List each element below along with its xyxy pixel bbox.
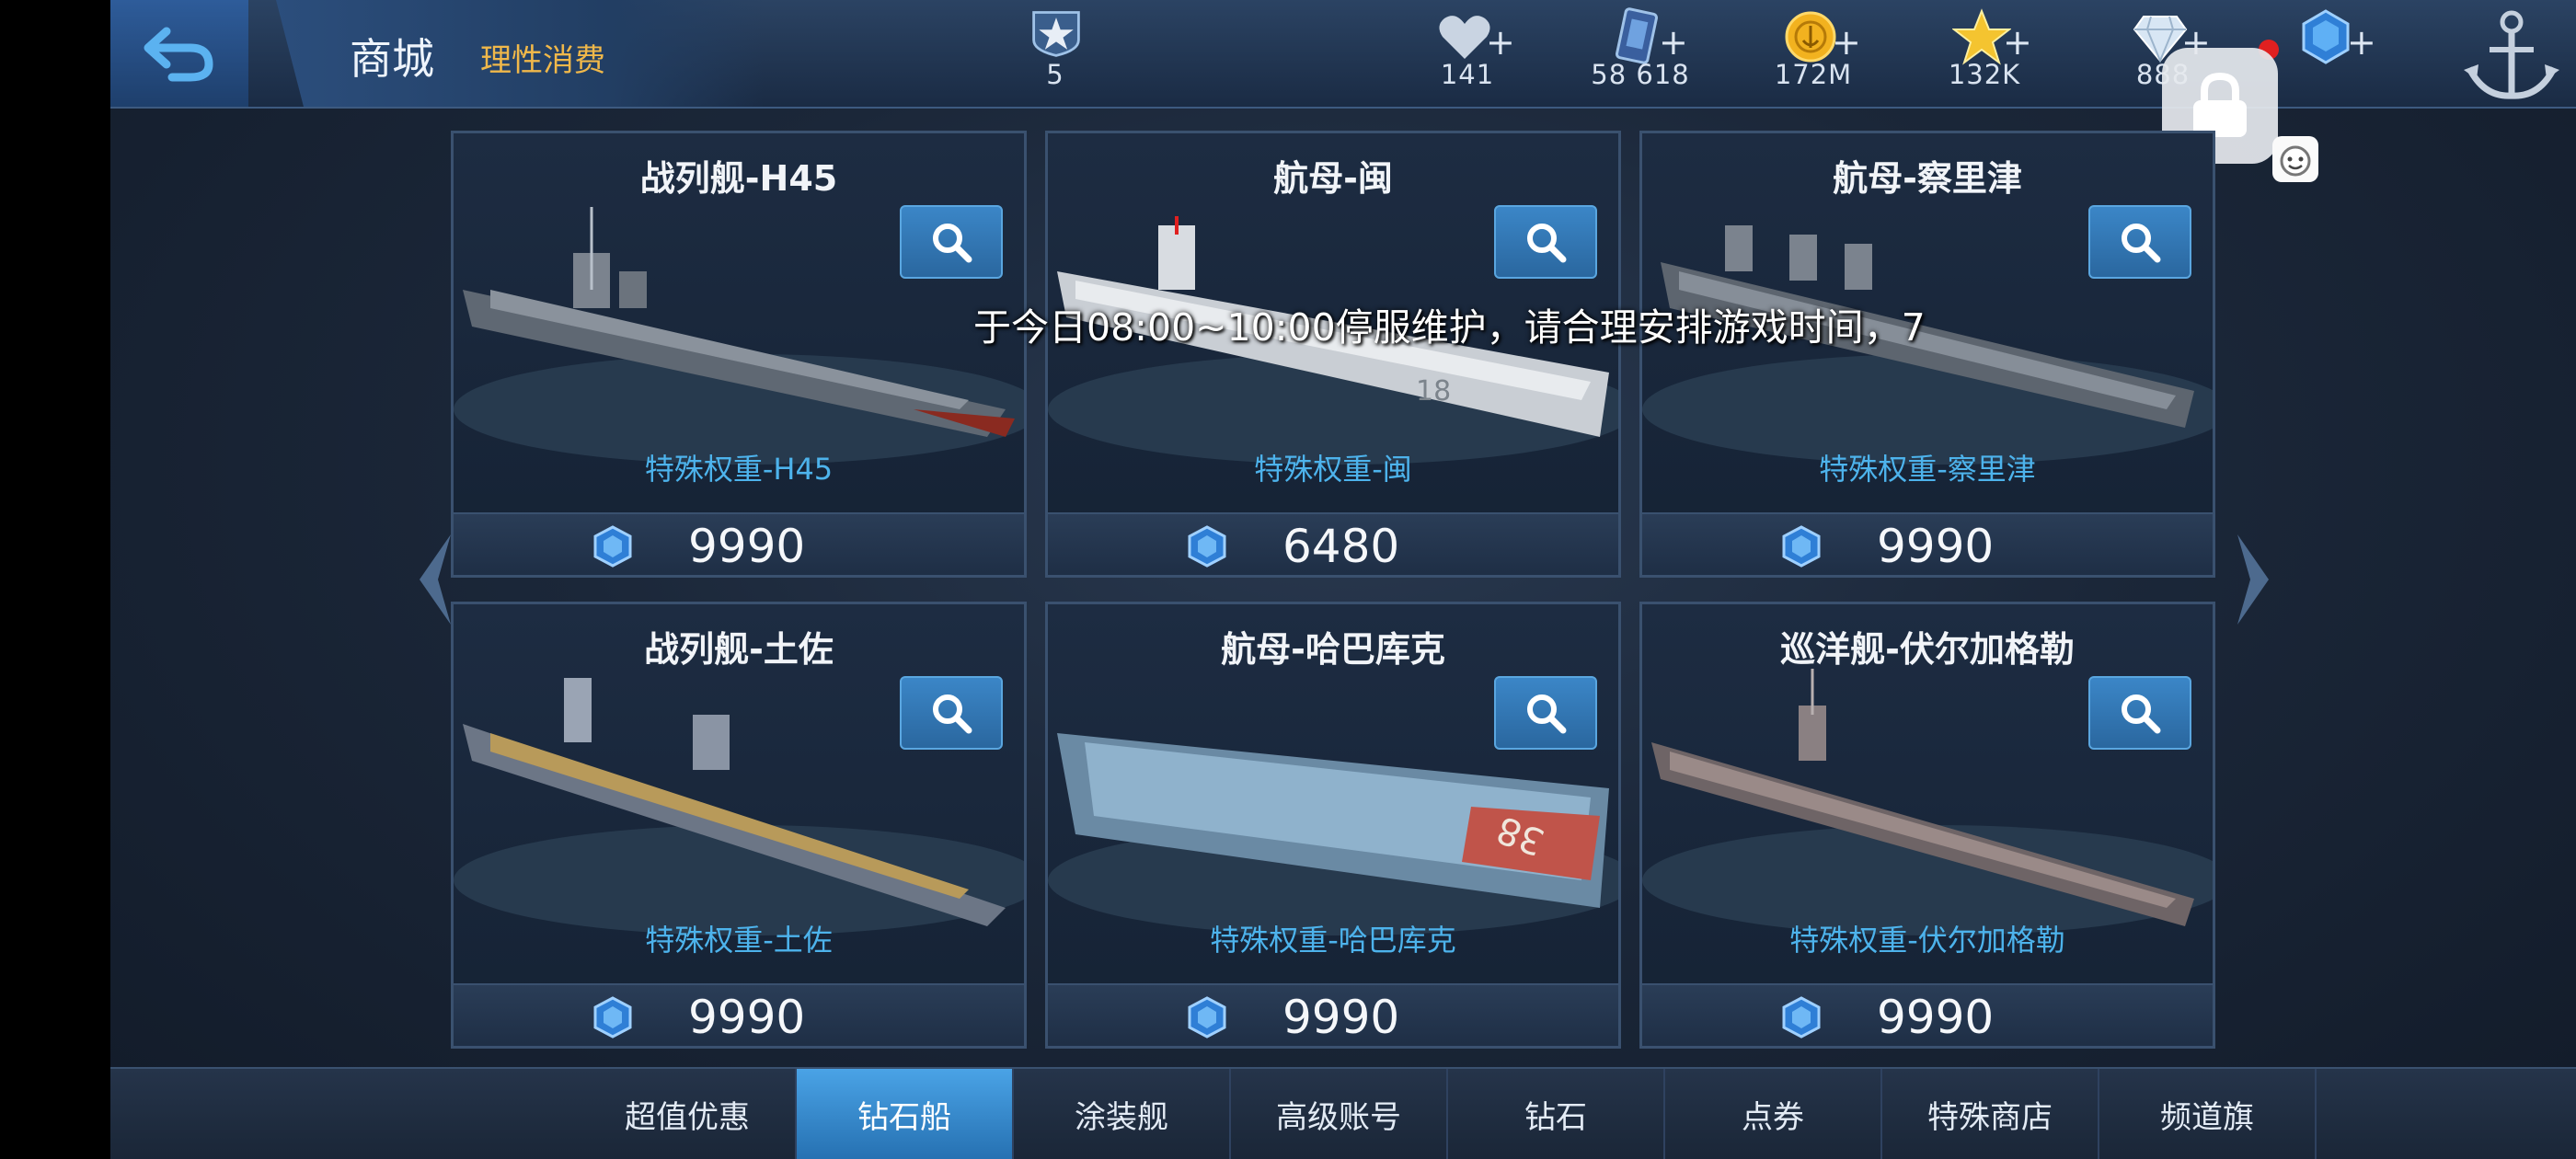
tab-diamonds[interactable]: 钻石 bbox=[1448, 1069, 1665, 1159]
add-stars-icon: + bbox=[2003, 22, 2032, 63]
ship-weight-label: 特殊权重-土佐 bbox=[645, 923, 833, 958]
back-panel bbox=[110, 0, 248, 107]
tab-special-store[interactable]: 特殊商店 bbox=[1882, 1069, 2099, 1159]
page-title: 商城 bbox=[350, 34, 434, 84]
price-bar[interactable]: 9990 bbox=[1642, 512, 2213, 575]
ship-weight-label: 特殊权重-闽 bbox=[1254, 452, 1412, 487]
inspect-ship-button[interactable] bbox=[900, 205, 1003, 279]
tab-skin-ships[interactable]: 涂装舰 bbox=[1014, 1069, 1231, 1159]
price-bar[interactable]: 9990 bbox=[1048, 983, 1618, 1046]
ship-name: 航母-哈巴库克 bbox=[1221, 629, 1445, 670]
stars-value: 132K bbox=[1948, 59, 2021, 90]
tab-value-deals[interactable]: 超值优惠 bbox=[580, 1069, 797, 1159]
ship-weight-label: 特殊权重-H45 bbox=[644, 452, 834, 487]
magnifier-icon bbox=[2122, 224, 2161, 263]
resource-gold[interactable]: + 172M bbox=[1744, 4, 1882, 103]
diamond-currency-icon bbox=[1782, 996, 1821, 1039]
ship-card[interactable]: 18 航母-闽 特殊权重-闽 6480 bbox=[1045, 131, 1621, 578]
ship-card[interactable]: 巡洋舰-伏尔加格勒 特殊权重-伏尔加格勒 9990 bbox=[1639, 602, 2215, 1049]
hearts-value: 141 bbox=[1440, 59, 1495, 90]
ship-card[interactable]: 38 航母-哈巴库克 特殊权重-哈巴库克 9990 bbox=[1045, 602, 1621, 1049]
ship-price: 9990 bbox=[1877, 520, 1995, 573]
gold-value: 172M bbox=[1774, 59, 1853, 90]
tab-coupons[interactable]: 点券 bbox=[1665, 1069, 1882, 1159]
diamond-currency-icon bbox=[593, 525, 632, 568]
diamond-currency-icon bbox=[1188, 996, 1226, 1039]
rank-star-icon bbox=[1032, 11, 1080, 57]
ship-name: 战列舰-土佐 bbox=[644, 629, 834, 670]
tab-channel-flags[interactable]: 频道旗 bbox=[2099, 1069, 2317, 1159]
page-subtitle: 理性消费 bbox=[480, 42, 605, 79]
rank-badge[interactable]: 5 bbox=[986, 4, 1124, 103]
diamond-currency-icon bbox=[593, 996, 632, 1039]
ship-name: 巡洋舰-伏尔加格勒 bbox=[1780, 629, 2075, 670]
ship-price: 9990 bbox=[1282, 991, 1400, 1044]
price-bar[interactable]: 9990 bbox=[454, 512, 1024, 575]
price-bar[interactable]: 9990 bbox=[454, 983, 1024, 1046]
diamond-currency-icon bbox=[1188, 525, 1226, 568]
ship-price: 9990 bbox=[688, 991, 806, 1044]
add-cards-icon: + bbox=[1659, 22, 1688, 63]
add-hearts-icon: + bbox=[1486, 22, 1515, 63]
ship-price: 9990 bbox=[1877, 991, 1995, 1044]
magnifier-icon bbox=[1527, 224, 1567, 263]
inspect-ship-button[interactable] bbox=[1494, 676, 1597, 750]
shop-stage: 商城 理性消费 5 + 141 + 58 618 + 172M + 132K +… bbox=[110, 0, 2576, 1159]
magnifier-icon bbox=[2122, 694, 2161, 734]
inspect-ship-button[interactable] bbox=[2088, 676, 2191, 750]
ship-weight-label: 特殊权重-伏尔加格勒 bbox=[1789, 923, 2065, 958]
assistant-face-icon[interactable] bbox=[2272, 136, 2318, 182]
back-arrow-icon bbox=[144, 27, 213, 82]
diamond-currency-icon bbox=[1782, 525, 1821, 568]
add-gold-icon: + bbox=[1832, 22, 1861, 63]
resource-hearts[interactable]: + 141 bbox=[1398, 4, 1536, 103]
ship-card[interactable]: 航母-察里津 特殊权重-察里津 9990 bbox=[1639, 131, 2215, 578]
inspect-ship-button[interactable] bbox=[2088, 205, 2191, 279]
magnifier-icon bbox=[1527, 694, 1567, 734]
resource-cards[interactable]: + 58 618 bbox=[1571, 4, 1709, 103]
inspect-ship-button[interactable] bbox=[900, 676, 1003, 750]
resource-blue-gems[interactable]: + bbox=[2260, 4, 2398, 103]
price-bar[interactable]: 9990 bbox=[1642, 983, 2213, 1046]
svg-text:18: 18 bbox=[1416, 375, 1451, 407]
ship-price: 6480 bbox=[1282, 520, 1400, 573]
add-blue-gems-icon: + bbox=[2347, 22, 2376, 63]
ship-weight-label: 特殊权重-察里津 bbox=[1819, 452, 2036, 487]
inspect-ship-button[interactable] bbox=[1494, 205, 1597, 279]
resource-stars[interactable]: + 132K bbox=[1915, 4, 2053, 103]
tab-diamond-ships[interactable]: 钻石船 bbox=[797, 1069, 1014, 1159]
back-button[interactable] bbox=[129, 17, 230, 90]
next-page-arrow[interactable] bbox=[2232, 529, 2274, 630]
ship-name: 航母-闽 bbox=[1273, 158, 1393, 199]
magnifier-icon bbox=[933, 224, 972, 263]
ship-price: 9990 bbox=[688, 520, 806, 573]
maintenance-marquee: 于今日08:00~10:00停服维护，请合理安排游戏时间，7 bbox=[973, 305, 1926, 350]
left-black-bar bbox=[0, 0, 110, 1159]
anchor-icon[interactable] bbox=[2456, 4, 2567, 105]
ship-name: 航母-察里津 bbox=[1833, 158, 2022, 199]
magnifier-icon bbox=[933, 694, 972, 734]
ship-card[interactable]: 战列舰-土佐 特殊权重-土佐 9990 bbox=[451, 602, 1027, 1049]
cards-value: 58 618 bbox=[1591, 59, 1690, 90]
tab-premium-account[interactable]: 高级账号 bbox=[1231, 1069, 1448, 1159]
ship-card[interactable]: 战列舰-H45 特殊权重-H45 9990 bbox=[451, 131, 1027, 578]
ship-name: 战列舰-H45 bbox=[639, 158, 838, 199]
price-bar[interactable]: 6480 bbox=[1048, 512, 1618, 575]
rank-value: 5 bbox=[1046, 59, 1064, 90]
ship-weight-label: 特殊权重-哈巴库克 bbox=[1210, 923, 1456, 958]
